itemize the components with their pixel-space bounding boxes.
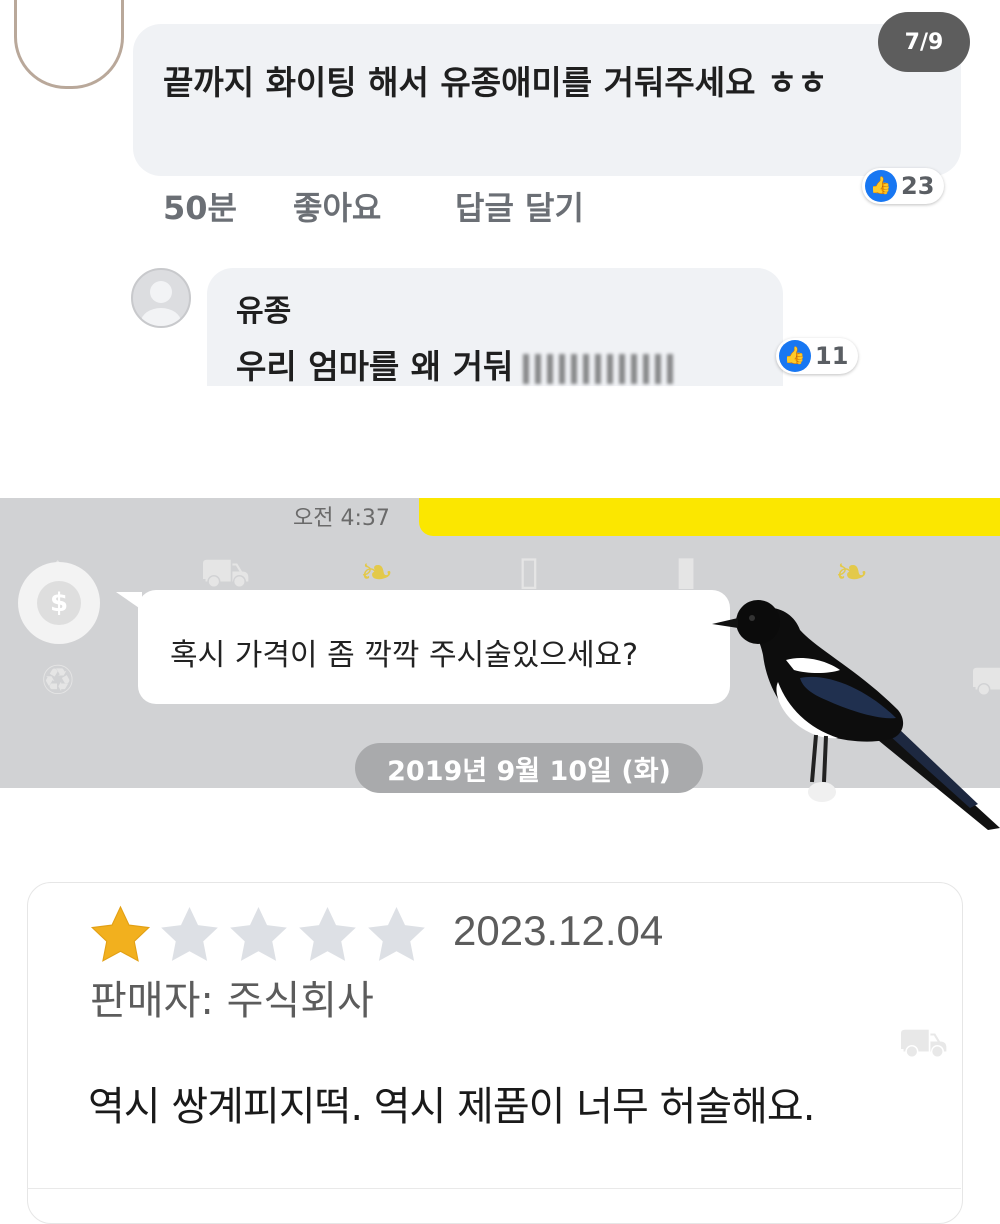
review-text: 역시 쌍계피지떡. 역시 제품이 너무 허술해요. bbox=[88, 1084, 815, 1130]
truck-icon: ⛟ bbox=[898, 1020, 949, 1066]
bottle-icon: ▮ bbox=[675, 548, 698, 594]
message-time: 오전 4:37 bbox=[293, 506, 390, 531]
thumbs-up-icon: 👍 bbox=[865, 170, 897, 202]
like-count-value: 23 bbox=[901, 172, 935, 200]
reply-text: 우리 엄마를 왜 거둬 bbox=[236, 340, 674, 388]
commenter-avatar[interactable] bbox=[14, 0, 124, 89]
phone-icon: ▯ bbox=[518, 548, 541, 594]
reply-like-count-value: 11 bbox=[815, 342, 849, 370]
reply-author-avatar[interactable] bbox=[131, 268, 191, 328]
image-page-counter: 7/9 bbox=[878, 12, 970, 72]
received-message-text: 혹시 가격이 좀 깍깍 주시술있으세요? bbox=[170, 638, 639, 673]
star-empty-icon bbox=[299, 906, 356, 961]
review-date: 2023.12.04 bbox=[453, 907, 664, 954]
sender-avatar[interactable]: $ bbox=[18, 562, 100, 644]
reply-text-content: 우리 엄마를 왜 거둬 bbox=[236, 347, 514, 386]
star-empty-icon bbox=[230, 906, 287, 961]
comment-text: 끝까지 화이팅 해서 유종애미를 거둬주세요 ㅎㅎ bbox=[163, 63, 828, 102]
date-divider: 2019년 9월 10일 (화) bbox=[355, 743, 703, 793]
profile-icon: $ bbox=[37, 581, 81, 625]
my-message-bubble bbox=[419, 498, 1000, 536]
censored-word bbox=[523, 353, 674, 384]
star-rating bbox=[86, 902, 431, 968]
seller-name: 판매자: 주식회사 bbox=[90, 978, 374, 1024]
reply-author-name[interactable]: 유종 bbox=[236, 286, 291, 330]
bicycle-icon: ♽ bbox=[40, 658, 76, 704]
magpie-image bbox=[712, 600, 1000, 830]
divider bbox=[27, 1188, 961, 1189]
star-filled-icon bbox=[90, 905, 151, 962]
reply-like-count[interactable]: 👍 11 bbox=[776, 338, 859, 374]
comment-time: 50분 bbox=[163, 189, 237, 227]
comment-like-count[interactable]: 👍 23 bbox=[862, 168, 945, 204]
star-empty-icon bbox=[161, 906, 218, 961]
like-button[interactable]: 좋아요 bbox=[293, 183, 381, 229]
star-empty-icon bbox=[368, 906, 425, 961]
default-user-icon bbox=[141, 281, 181, 326]
thumbs-up-icon: 👍 bbox=[779, 340, 811, 372]
reply-button[interactable]: 답글 달기 bbox=[455, 183, 584, 229]
